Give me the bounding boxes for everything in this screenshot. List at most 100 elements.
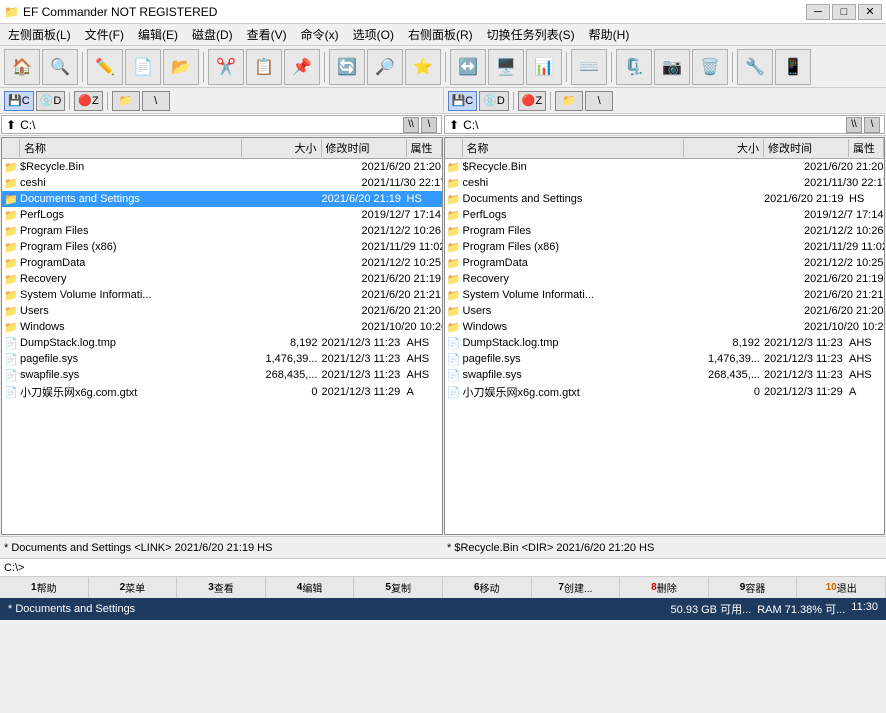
file-row[interactable]: 📁 Users 2021/6/20 21:20 R — [2, 303, 442, 319]
file-row[interactable]: 📁 Users 2021/6/20 21:20 R — [445, 303, 885, 319]
file-row[interactable]: 📁 Documents and Settings 2021/6/20 21:19… — [445, 191, 885, 207]
menu-left-panel[interactable]: 左侧面板(L) — [2, 24, 77, 45]
file-row[interactable]: 📁 Windows 2021/10/20 10:26 — [445, 319, 885, 335]
func-key-3[interactable]: 3查看 — [177, 577, 266, 598]
right-drive-c[interactable]: 💾C — [448, 91, 478, 111]
tb-cut-button[interactable]: ✂️ — [208, 49, 244, 85]
right-drive-back[interactable]: \ — [585, 91, 613, 111]
func-key-9[interactable]: 9容器 — [709, 577, 798, 598]
file-row[interactable]: 📁 System Volume Informati... 2021/6/20 2… — [445, 287, 885, 303]
tb-search-button[interactable]: 🔍 — [42, 49, 78, 85]
func-key-4[interactable]: 4编辑 — [266, 577, 355, 598]
tb-find-button[interactable]: 🔎 — [367, 49, 403, 85]
close-button[interactable]: ✕ — [858, 4, 882, 20]
file-row[interactable]: 📁 Program Files (x86) 2021/11/29 11:02 R — [445, 239, 885, 255]
right-drive-d[interactable]: 💿D — [479, 91, 509, 111]
tb-refresh-button[interactable]: 🔄 — [329, 49, 365, 85]
left-col-date-header[interactable]: 修改时间 — [322, 139, 407, 157]
menu-disk[interactable]: 磁盘(D) — [186, 24, 239, 45]
left-path[interactable]: C:\ — [20, 118, 35, 132]
func-key-10[interactable]: 10退出 — [797, 577, 886, 598]
menu-view[interactable]: 查看(V) — [241, 24, 293, 45]
tb-extra2-button[interactable]: 📱 — [775, 49, 811, 85]
left-nav-fwd[interactable]: \ — [421, 117, 437, 133]
left-drive-z[interactable]: 🔴Z — [74, 91, 102, 111]
left-file-list[interactable]: 📁 $Recycle.Bin 2021/6/20 21:20 HS 📁 cesh… — [2, 159, 442, 534]
tb-trash-button[interactable]: 🗑️ — [692, 49, 728, 85]
func-key-5[interactable]: 5复制 — [354, 577, 443, 598]
tb-sync-button[interactable]: ↔️ — [450, 49, 486, 85]
left-nav-back[interactable]: \\ — [403, 117, 419, 133]
file-row[interactable]: 📄 DumpStack.log.tmp 8,192 2021/12/3 11:2… — [445, 335, 885, 351]
file-row[interactable]: 📁 ceshi 2021/11/30 22:17 — [2, 175, 442, 191]
file-row[interactable]: 📁 ProgramData 2021/12/2 10:25 H — [445, 255, 885, 271]
left-col-name-header[interactable]: 名称 — [20, 139, 242, 157]
menu-edit[interactable]: 编辑(E) — [132, 24, 184, 45]
file-row[interactable]: 📁 System Volume Informati... 2021/6/20 2… — [2, 287, 442, 303]
left-col-size-header[interactable]: 大小 — [242, 139, 322, 157]
file-row[interactable]: 📁 Windows 2021/10/20 10:26 — [2, 319, 442, 335]
func-key-8[interactable]: 8删除 — [620, 577, 709, 598]
left-col-attr-header[interactable]: 属性 — [407, 139, 442, 157]
file-row[interactable]: 📁 $Recycle.Bin 2021/6/20 21:20 HS — [445, 159, 885, 175]
file-row[interactable]: 📄 小刀娱乐网x6g.com.gtxt 0 2021/12/3 11:29 A — [445, 383, 885, 401]
tb-camera-button[interactable]: 📷 — [654, 49, 690, 85]
tb-edit-button[interactable]: ✏️ — [87, 49, 123, 85]
file-row[interactable]: 📄 swapfile.sys 268,435,... 2021/12/3 11:… — [2, 367, 442, 383]
menu-help[interactable]: 帮助(H) — [583, 24, 636, 45]
right-drive-folder[interactable]: 📁 — [555, 91, 583, 111]
left-drive-d[interactable]: 💿D — [36, 91, 66, 111]
right-nav-back[interactable]: \\ — [846, 117, 862, 133]
menu-right-panel[interactable]: 右侧面板(R) — [402, 24, 479, 45]
tb-new-button[interactable]: 📄 — [125, 49, 161, 85]
menu-file[interactable]: 文件(F) — [79, 24, 130, 45]
file-row[interactable]: 📁 Documents and Settings 2021/6/20 21:19… — [2, 191, 442, 207]
file-row[interactable]: 📄 pagefile.sys 1,476,39... 2021/12/3 11:… — [2, 351, 442, 367]
right-file-list[interactable]: 📁 $Recycle.Bin 2021/6/20 21:20 HS 📁 cesh… — [445, 159, 885, 534]
file-row[interactable]: 📁 Recovery 2021/6/20 21:19 HS — [2, 271, 442, 287]
file-row[interactable]: 📁 Recovery 2021/6/20 21:19 HS — [445, 271, 885, 287]
right-col-name-header[interactable]: 名称 — [463, 139, 685, 157]
maximize-button[interactable]: □ — [832, 4, 856, 20]
tb-paste-button[interactable]: 📌 — [284, 49, 320, 85]
file-row[interactable]: 📁 Program Files 2021/12/2 10:26 R — [2, 223, 442, 239]
file-row[interactable]: 📄 pagefile.sys 1,476,39... 2021/12/3 11:… — [445, 351, 885, 367]
tb-chart-button[interactable]: 📊 — [526, 49, 562, 85]
menu-tasklist[interactable]: 切换任务列表(S) — [481, 24, 581, 45]
tb-compress-button[interactable]: 🗜️ — [616, 49, 652, 85]
left-drive-folder[interactable]: 📁 — [112, 91, 140, 111]
tb-extra1-button[interactable]: 🔧 — [737, 49, 773, 85]
right-nav-fwd[interactable]: \ — [864, 117, 880, 133]
func-key-2[interactable]: 2菜单 — [89, 577, 178, 598]
file-row[interactable]: 📁 $Recycle.Bin 2021/6/20 21:20 HS — [2, 159, 442, 175]
file-row[interactable]: 📁 PerfLogs 2019/12/7 17:14 — [445, 207, 885, 223]
file-row[interactable]: 📁 Program Files (x86) 2021/11/29 11:02 R — [2, 239, 442, 255]
func-key-6[interactable]: 6移动 — [443, 577, 532, 598]
right-drive-z[interactable]: 🔴Z — [518, 91, 546, 111]
func-key-7[interactable]: 7创建... — [532, 577, 621, 598]
file-row[interactable]: 📁 ceshi 2021/11/30 22:17 — [445, 175, 885, 191]
right-col-attr-header[interactable]: 属性 — [849, 139, 884, 157]
right-col-size-header[interactable]: 大小 — [684, 139, 764, 157]
right-path[interactable]: C:\ — [463, 118, 478, 132]
menu-cmd[interactable]: 命令(x) — [295, 24, 345, 45]
file-row[interactable]: 📁 Program Files 2021/12/2 10:26 R — [445, 223, 885, 239]
tb-monitor-button[interactable]: 🖥️ — [488, 49, 524, 85]
file-row[interactable]: 📄 swapfile.sys 268,435,... 2021/12/3 11:… — [445, 367, 885, 383]
tb-fav-button[interactable]: ⭐ — [405, 49, 441, 85]
menu-options[interactable]: 选项(O) — [347, 24, 400, 45]
file-row[interactable]: 📄 DumpStack.log.tmp 8,192 2021/12/3 11:2… — [2, 335, 442, 351]
left-drive-c[interactable]: 💾C — [4, 91, 34, 111]
right-col-date-header[interactable]: 修改时间 — [764, 139, 849, 157]
file-row[interactable]: 📄 小刀娱乐网x6g.com.gtxt 0 2021/12/3 11:29 A — [2, 383, 442, 401]
minimize-button[interactable]: ─ — [806, 4, 830, 20]
tb-home-button[interactable]: 🏠 — [4, 49, 40, 85]
path-display-text[interactable]: C:\> — [4, 562, 24, 574]
func-key-1[interactable]: 1帮助 — [0, 577, 89, 598]
tb-copy-button[interactable]: 📋 — [246, 49, 282, 85]
left-drive-back[interactable]: \ — [142, 91, 170, 111]
tb-cmd-button[interactable]: ⌨️ — [571, 49, 607, 85]
file-row[interactable]: 📁 ProgramData 2021/12/2 10:25 H — [2, 255, 442, 271]
file-row[interactable]: 📁 PerfLogs 2019/12/7 17:14 — [2, 207, 442, 223]
tb-open-button[interactable]: 📂 — [163, 49, 199, 85]
